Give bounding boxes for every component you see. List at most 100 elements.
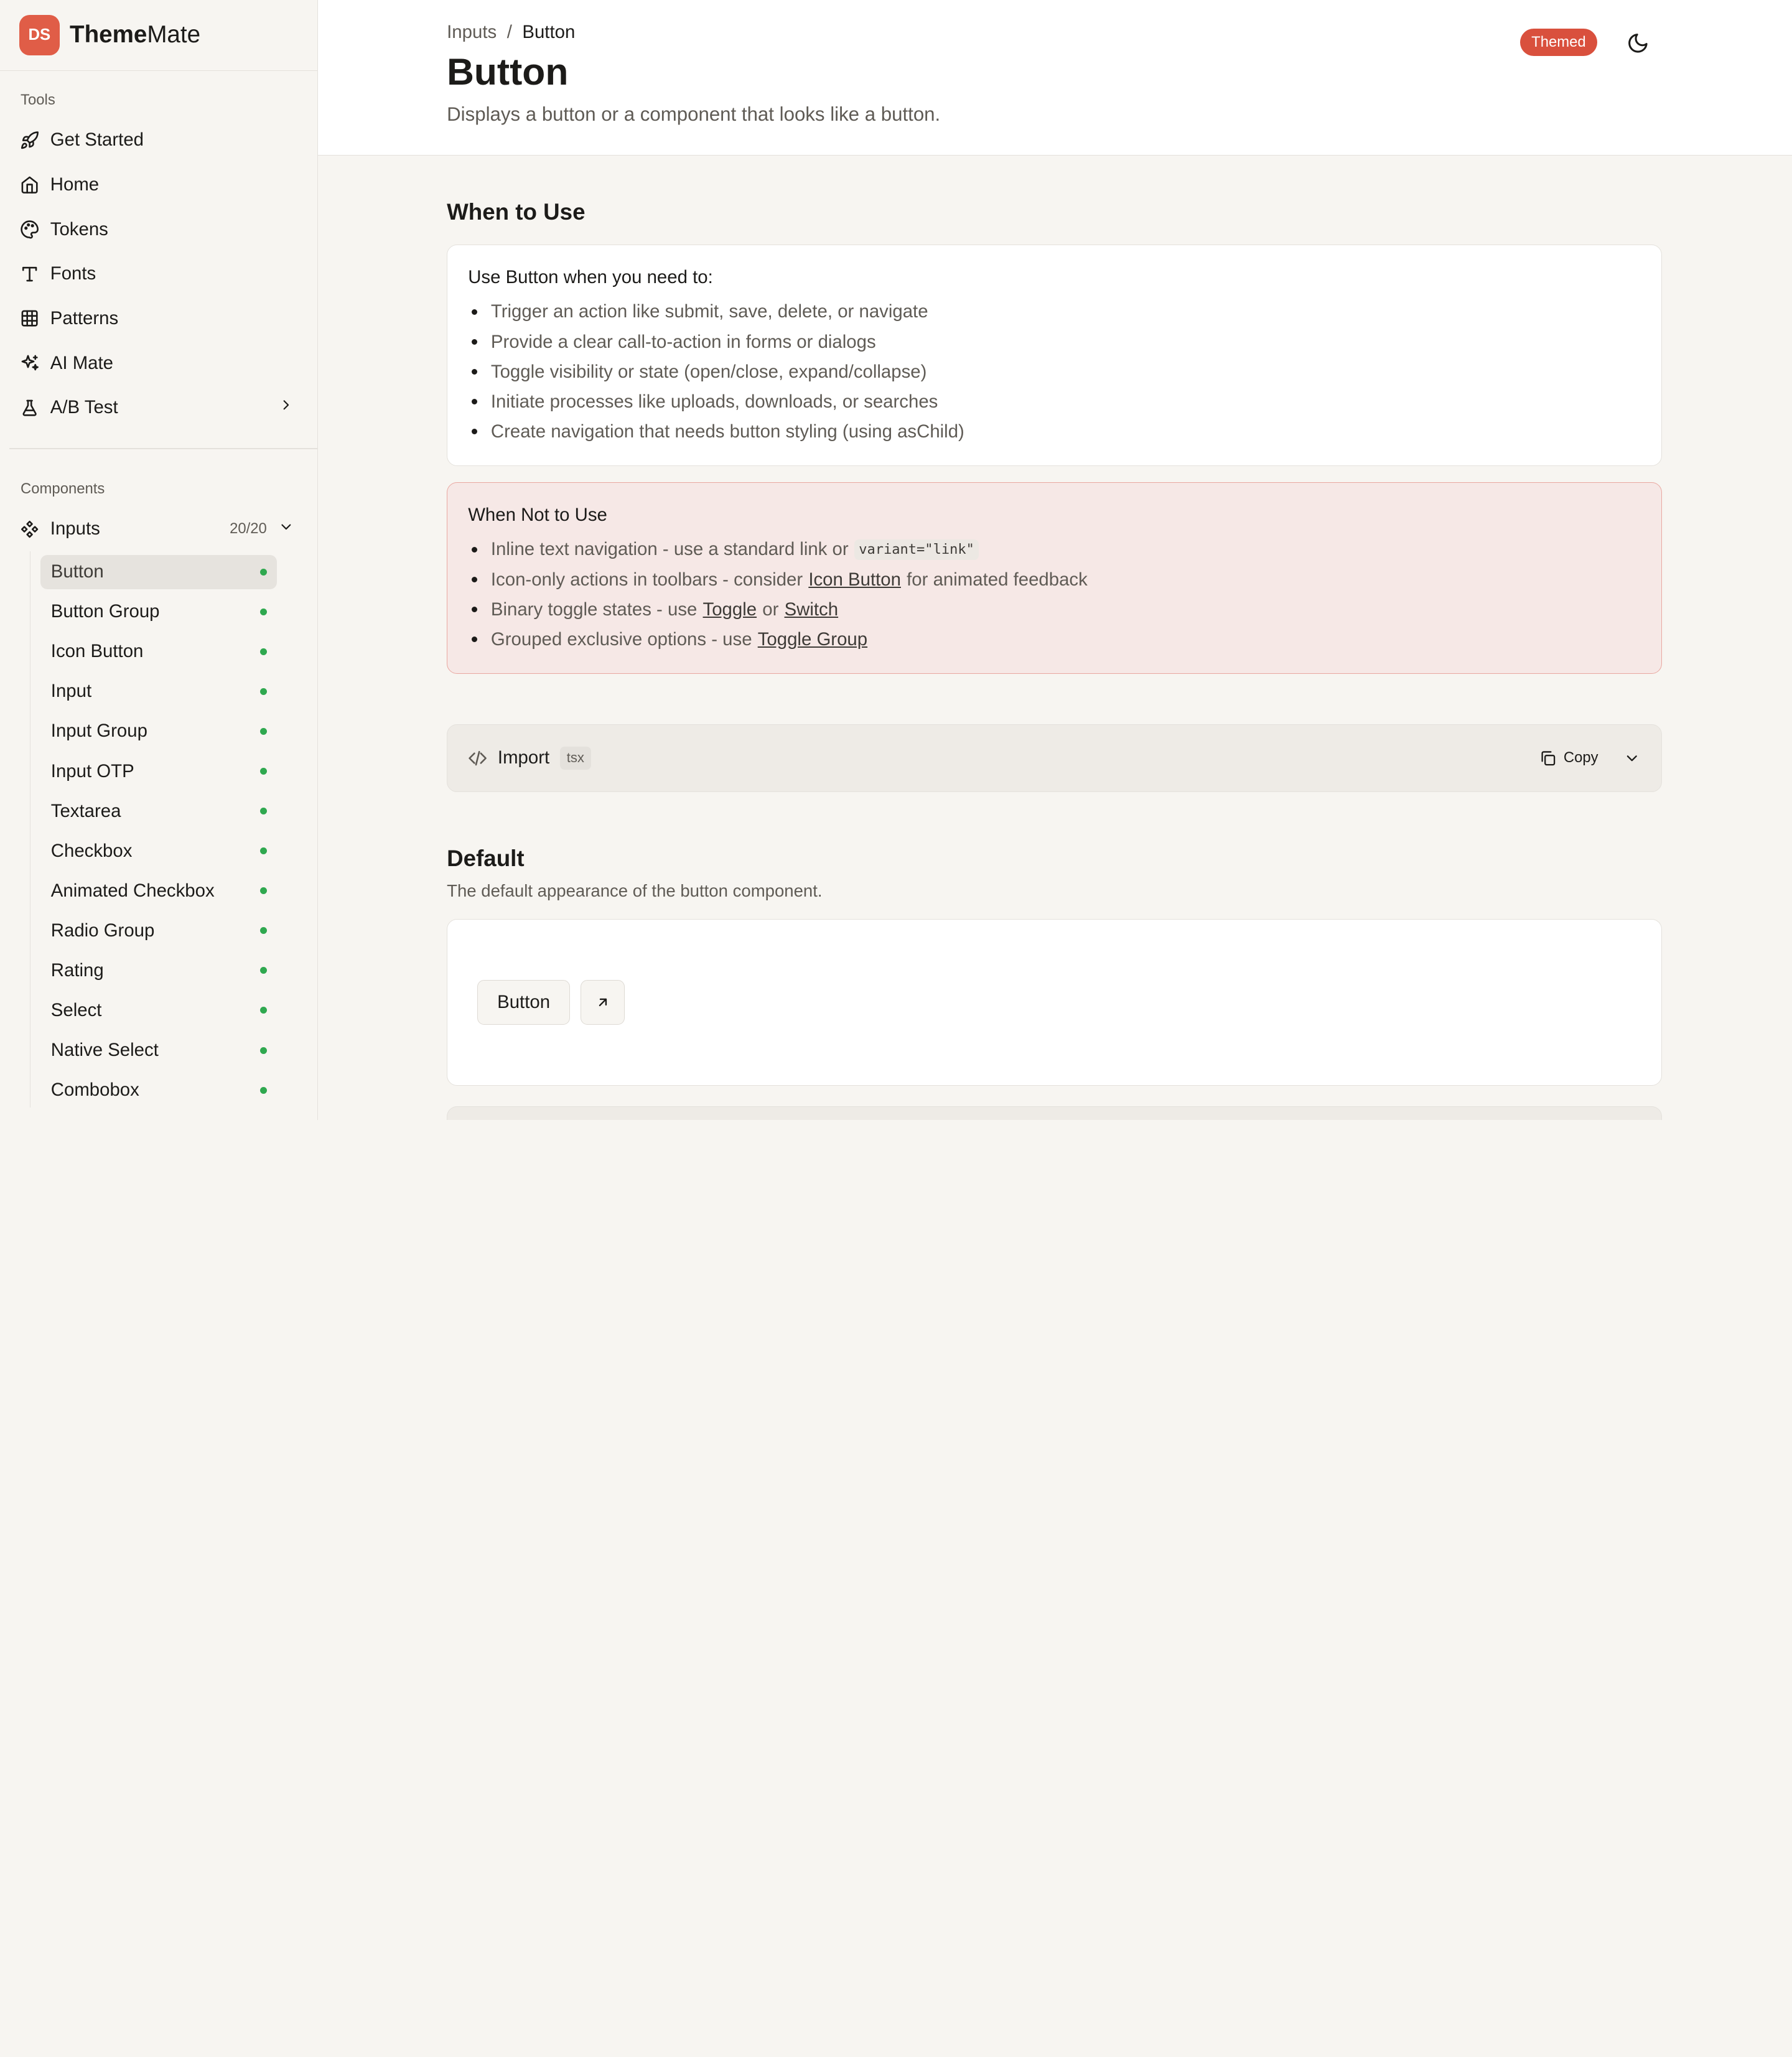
sidebar-subitem-native-select[interactable]: Native Select [40, 1033, 277, 1068]
sidebar-item-ab-test[interactable]: A/B Test [0, 385, 317, 430]
when-not-to-use-list: Inline text navigation - use a standard … [468, 534, 1640, 654]
list-item-text: Binary toggle states - use [490, 599, 698, 620]
content: When to Use Use Button when you need to:… [318, 199, 1662, 1120]
status-dot [259, 967, 267, 974]
list-item: Initiate processes like uploads, downloa… [468, 387, 1640, 417]
language-badge: tsx [559, 746, 591, 770]
sidebar-subitem-input-otp[interactable]: Input OTP [40, 754, 277, 788]
when-to-use-heading: When to Use [447, 198, 586, 225]
sidebar-subitem-animated-checkbox[interactable]: Animated Checkbox [40, 874, 277, 908]
status-dot [259, 1007, 267, 1014]
themed-badge: Themed [1519, 28, 1598, 56]
sidebar-subitem-input-group[interactable]: Input Group [40, 714, 277, 749]
sidebar-subitem-rating[interactable]: Rating [40, 953, 277, 987]
sidebar-item-label: Tokens [50, 218, 108, 240]
breadcrumb-parent[interactable]: Inputs [447, 22, 497, 43]
copy-label: Copy [1563, 749, 1598, 767]
sidebar-item-label: Patterns [50, 307, 119, 329]
sidebar-subitem-radio-group[interactable]: Radio Group [40, 913, 277, 948]
sidebar-subitem-icon-button[interactable]: Icon Button [40, 635, 277, 669]
toggle-group-link[interactable]: Toggle Group [758, 629, 867, 650]
theme-toggle-button[interactable] [1624, 30, 1651, 57]
sidebar-item-get-started[interactable]: Get Started [0, 118, 317, 163]
switch-link[interactable]: Switch [785, 599, 839, 620]
default-preview: Button [447, 918, 1662, 1086]
sidebar-group-inputs[interactable]: Inputs 20/20 [0, 506, 317, 551]
sidebar-item-fonts[interactable]: Fonts [0, 251, 317, 296]
sidebar-subitem-label: Native Select [50, 1040, 159, 1061]
toggle-link[interactable]: Toggle [703, 599, 757, 620]
chevron-down-icon[interactable] [278, 518, 294, 539]
sidebar-subitem-checkbox[interactable]: Checkbox [40, 834, 277, 868]
list-item: Binary toggle states - use Toggle or Swi… [468, 595, 1640, 625]
sidebar-subitem-label: Icon Button [50, 641, 144, 662]
grid-icon [19, 308, 40, 329]
sidebar-subitem-combobox[interactable]: Combobox [40, 1073, 277, 1108]
sidebar-subitem-label: Combobox [50, 1080, 139, 1101]
sidebar-subitem-label: Input [50, 681, 92, 702]
list-item: Grouped exclusive options - use Toggle G… [468, 625, 1640, 655]
list-item-text: Grouped exclusive options - use [490, 628, 752, 650]
sidebar-subitem-textarea[interactable]: Textarea [40, 794, 277, 828]
sidebar-divider [9, 448, 317, 450]
breadcrumb-current: Button [522, 21, 576, 42]
icon-button-link[interactable]: Icon Button [808, 569, 901, 590]
sidebar-item-label: Fonts [50, 263, 96, 284]
copy-icon [1539, 750, 1564, 767]
sidebar-subitem-label: Animated Checkbox [50, 880, 215, 901]
sidebar-item-tokens[interactable]: Tokens [0, 207, 317, 252]
list-item: Create navigation that needs button styl… [468, 417, 1640, 447]
palette-icon [19, 219, 40, 240]
status-dot [259, 1047, 267, 1054]
list-item: Inline text navigation - use a standard … [468, 534, 1640, 564]
sidebar-subitem-button[interactable]: Button [40, 554, 278, 589]
page-title: Button [447, 50, 569, 93]
chevron-down-icon[interactable] [1623, 750, 1641, 767]
list-item-text: Icon-only actions in toolbars - consider [490, 569, 803, 590]
list-item: Provide a clear call-to-action in forms … [468, 327, 1640, 357]
chevron-right-icon[interactable] [278, 397, 294, 418]
status-dot [259, 847, 267, 855]
import-label: Import [497, 747, 550, 768]
brand-logo: DS [19, 15, 60, 55]
sidebar-item-patterns[interactable]: Patterns [0, 296, 317, 341]
status-dot [259, 727, 267, 735]
sidebar-subitem-select[interactable]: Select [40, 993, 277, 1027]
list-item: Trigger an action like submit, save, del… [468, 297, 1640, 327]
demo-icon-button[interactable] [580, 980, 625, 1025]
sidebar-item-label: A/B Test [50, 397, 118, 418]
sidebar-group-label: Inputs [50, 518, 100, 539]
status-dot [259, 927, 267, 935]
demo-button[interactable]: Button [477, 980, 571, 1025]
inputs-sublist: Button Button Group Icon Button Input In… [29, 551, 317, 1108]
sidebar-subitem-label: Input OTP [50, 760, 134, 781]
tools-section-label: Tools [21, 91, 55, 108]
status-dot [259, 768, 267, 775]
copy-button[interactable]: Copy [1539, 749, 1598, 767]
status-dot [259, 887, 267, 895]
list-item-text: Inline text navigation - use a standard … [490, 539, 849, 560]
when-not-to-use-heading: When Not to Use [468, 504, 607, 525]
sidebar-item-ai-mate[interactable]: AI Mate [0, 341, 317, 386]
sidebar-subitem-label: Select [50, 999, 102, 1020]
page-description: Displays a button or a component that lo… [447, 103, 941, 126]
sparkles-icon [19, 353, 40, 373]
group-count: 20/20 [230, 520, 267, 538]
list-item-text: for animated feedback [907, 569, 1088, 590]
when-to-use-intro: Use Button when you need to: [468, 266, 713, 287]
status-dot [259, 568, 267, 576]
sidebar-subitem-input[interactable]: Input [40, 674, 277, 709]
sidebar-subitem-button-group[interactable]: Button Group [40, 595, 277, 629]
inline-code: variant="link" [854, 539, 979, 560]
sidebar-item-home[interactable]: Home [0, 162, 317, 207]
page-header: Inputs / Button Button Displays a button… [317, 0, 1792, 156]
list-item: Toggle visibility or state (open/close, … [468, 357, 1640, 387]
flask-icon [19, 398, 40, 418]
sidebar-subitem-label: Button [50, 561, 104, 582]
sidebar-subitem-label: Rating [50, 959, 104, 981]
default-heading: Default [447, 845, 525, 871]
import-code-bar[interactable]: Import tsx Copy [447, 724, 1662, 792]
main-content: Inputs / Button Button Displays a button… [317, 0, 1792, 1120]
components-section-label: Components [21, 480, 105, 497]
brand[interactable]: DS ThemeMate [0, 0, 317, 71]
